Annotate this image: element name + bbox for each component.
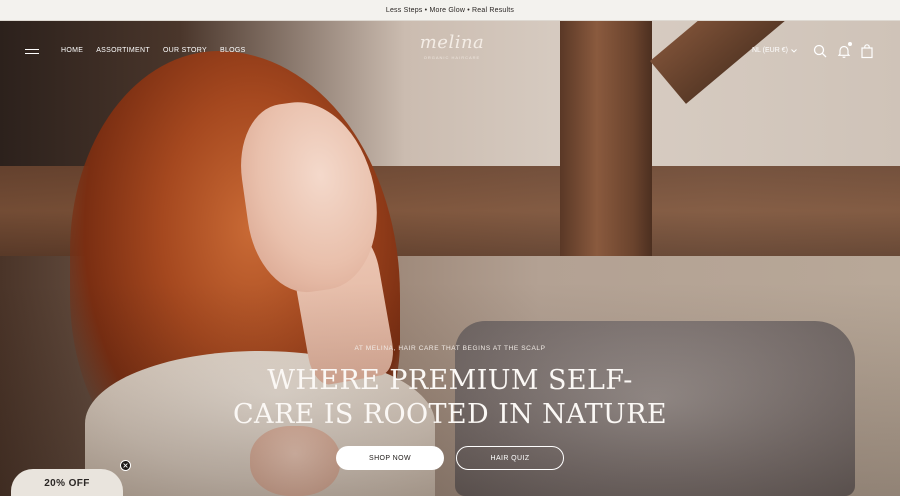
menu-icon[interactable] [25,47,41,57]
shop-now-button[interactable]: SHOP NOW [336,446,444,470]
hero-headline: WHERE PREMIUM SELF- CARE IS ROOTED IN NA… [200,364,700,432]
discount-promo-tab[interactable]: 20% OFF [11,469,123,496]
logo-wordmark: melina [419,32,485,53]
logo-tagline: organic haircare [423,55,481,60]
site-header: HOME ASSORTIMENT OUR STORY BLOGS melina … [0,21,900,81]
headline-line-1: WHERE PREMIUM SELF- [267,365,633,396]
hair-quiz-button[interactable]: HAIR QUIZ [456,446,564,470]
bell-icon[interactable] [836,42,852,59]
promo-label: 20% OFF [44,478,90,489]
nav-our-story[interactable]: OUR STORY [163,47,207,54]
search-icon[interactable] [812,43,828,59]
notification-dot [848,42,852,46]
close-icon[interactable] [120,460,131,471]
chevron-down-icon [791,48,797,53]
nav-assortiment[interactable]: ASSORTIMENT [96,47,150,54]
site-logo[interactable]: melina organic haircare [412,31,492,75]
hero-eyebrow: AT MELINA, HAIR CARE THAT BEGINS AT THE … [354,345,546,352]
nav-home[interactable]: HOME [61,47,83,54]
bag-icon[interactable] [859,43,875,59]
announcement-bar: Less Steps • More Glow • Real Results [0,0,900,21]
nav-blogs[interactable]: BLOGS [220,47,246,54]
currency-selector[interactable]: NL (EUR €) [752,47,797,54]
announcement-text: Less Steps • More Glow • Real Results [385,6,515,14]
currency-label: NL (EUR €) [752,47,788,54]
main-nav: HOME ASSORTIMENT OUR STORY BLOGS [61,47,246,54]
headline-line-2: CARE IS ROOTED IN NATURE [233,399,667,430]
